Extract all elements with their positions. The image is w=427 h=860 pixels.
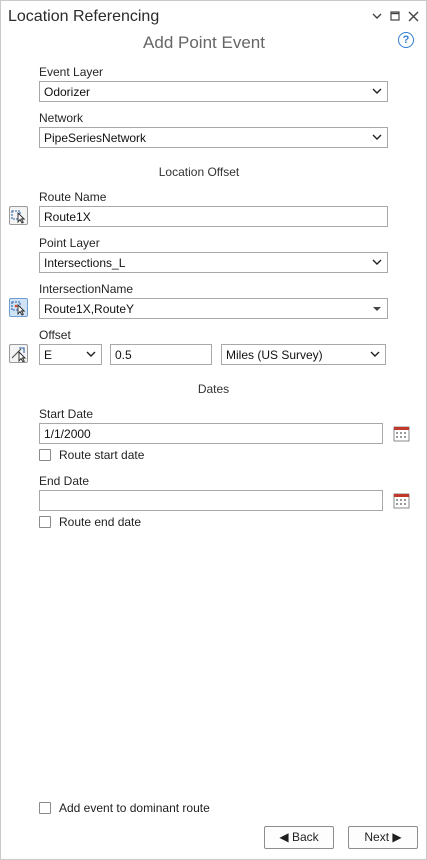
chevron-down-icon [372,88,382,94]
intersection-name-value: Route1X,RouteY [44,302,135,316]
pane-menu-chevron-icon[interactable] [369,8,385,24]
chevron-down-icon [372,134,382,140]
dates-heading: Dates [197,382,230,396]
point-layer-value: Intersections_L [44,256,126,270]
maximize-icon[interactable] [387,8,403,24]
close-icon[interactable] [405,8,421,25]
route-name-input[interactable]: Route1X [39,206,388,227]
route-end-date-checkbox[interactable] [39,516,51,528]
start-date-value: 1/1/2000 [44,427,91,441]
chevron-down-icon [370,351,380,357]
offset-units-value: Miles (US Survey) [226,348,323,362]
select-intersection-tool-icon[interactable] [9,298,28,317]
location-offset-heading: Location Offset [158,165,240,179]
start-date-calendar-icon[interactable] [393,425,410,442]
back-button[interactable]: ◀ Back [264,826,334,849]
event-layer-dropdown[interactable]: Odorizer [39,81,388,102]
caret-down-icon [373,307,381,311]
route-start-date-label: Route start date [59,448,145,462]
route-end-date-label: Route end date [59,515,142,529]
offset-tool-icon[interactable] [9,344,28,363]
route-start-date-checkbox[interactable] [39,449,51,461]
tool-subtitle: Add Point Event [143,33,265,52]
route-name-label: Route Name [39,190,107,204]
dominant-route-label: Add event to dominant route [59,801,210,815]
event-layer-label: Event Layer [39,65,104,79]
route-name-value: Route1X [44,210,91,224]
offset-direction-value: E [44,348,53,362]
dominant-route-checkbox[interactable] [39,802,51,814]
select-route-tool-icon[interactable] [9,206,28,225]
end-date-input[interactable] [39,490,383,511]
point-layer-label: Point Layer [39,236,100,250]
event-layer-value: Odorizer [44,85,91,99]
offset-value-input[interactable]: 0.5 [110,344,212,365]
offset-label: Offset [39,328,71,342]
offset-units-dropdown[interactable]: Miles (US Survey) [221,344,386,365]
intersection-name-label: IntersectionName [39,282,134,296]
network-dropdown[interactable]: PipeSeriesNetwork [39,127,388,148]
intersection-name-combobox[interactable]: Route1X,RouteY [39,298,388,319]
offset-value: 0.5 [115,348,132,362]
offset-direction-dropdown[interactable]: E [39,344,102,365]
end-date-label: End Date [39,474,90,488]
pane-title: Location Referencing [8,8,160,25]
point-layer-dropdown[interactable]: Intersections_L [39,252,388,273]
chevron-down-icon [86,351,96,357]
network-value: PipeSeriesNetwork [44,131,147,145]
network-label: Network [39,111,84,125]
next-button[interactable]: Next ▶ [348,826,418,849]
chevron-down-icon [372,259,382,265]
start-date-label: Start Date [39,407,94,421]
end-date-calendar-icon[interactable] [393,492,410,509]
start-date-input[interactable]: 1/1/2000 [39,423,383,444]
